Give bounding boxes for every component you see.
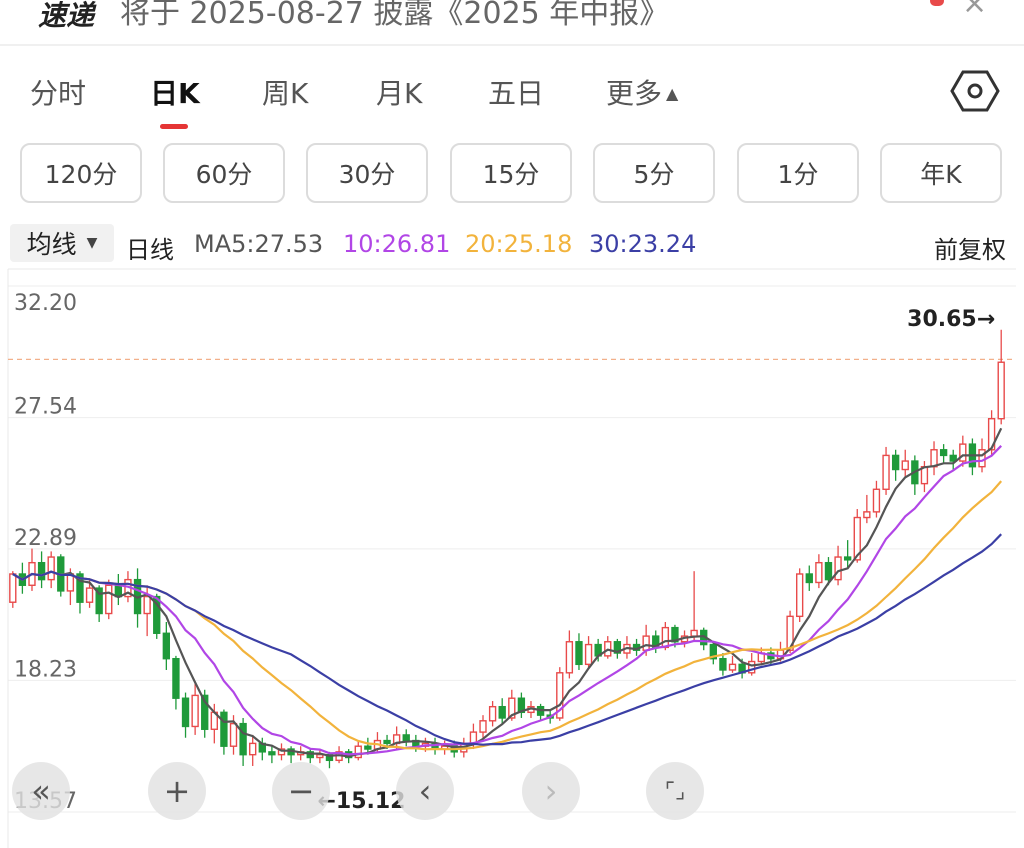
candle-down — [843, 556, 852, 561]
candle-up — [488, 705, 497, 722]
tab-daily-k[interactable]: 日K — [150, 72, 200, 112]
min-price-label: ←15.12 — [317, 789, 405, 814]
collapse-left-icon[interactable]: « — [12, 762, 70, 820]
ma20-line — [12, 480, 1003, 751]
kline-chart[interactable]: 32.2027.5422.8918.2313.5730.65→←15.12 — [0, 268, 1024, 848]
candle-up — [354, 745, 362, 759]
adjust-mode[interactable]: 前复权 — [934, 230, 1006, 265]
candle-up — [9, 573, 17, 603]
candle-up — [872, 488, 881, 513]
candle-down — [824, 561, 833, 581]
candle-up — [85, 587, 94, 603]
candle-up — [661, 626, 670, 649]
divider — [0, 44, 1024, 46]
interval-buttons: 120分 60分 30分 15分 5分 1分 年K — [0, 143, 1024, 207]
interval-1min-button[interactable]: 1分 — [737, 143, 859, 203]
ma30-value: 30:23.24 — [589, 230, 697, 258]
app-logo: 速递 — [38, 0, 95, 32]
candle-down — [939, 449, 948, 457]
tab-more-label: 更多 — [606, 77, 663, 110]
candle-down — [805, 573, 813, 584]
candle-down — [891, 454, 900, 471]
y-tick-label: 32.20 — [14, 291, 77, 316]
candle-down — [364, 745, 372, 750]
dropdown-caret-icon: ▼ — [86, 235, 98, 251]
y-tick-label: 22.89 — [14, 526, 77, 551]
tab-five-day[interactable]: 五日 — [488, 72, 544, 112]
candle-up — [901, 460, 909, 471]
candle-up — [863, 511, 871, 519]
candle-down — [162, 632, 171, 660]
close-icon[interactable]: × — [962, 0, 987, 21]
interval-120min-button[interactable]: 120分 — [20, 143, 142, 203]
candle-up — [997, 361, 1005, 420]
candle-up — [191, 694, 199, 728]
candle-up — [229, 722, 238, 747]
tab-fenshi[interactable]: 分时 — [30, 72, 86, 112]
fullscreen-icon[interactable]: ⌜⌟ — [646, 762, 704, 820]
candle-down — [268, 751, 276, 756]
y-tick-label: 27.54 — [14, 395, 77, 420]
interval-5min-button[interactable]: 5分 — [593, 143, 715, 203]
scroll-right-icon[interactable]: › — [522, 762, 580, 820]
candle-down — [402, 734, 410, 742]
caret-up-icon: ▲ — [666, 84, 679, 103]
candle-up — [930, 449, 938, 468]
ma20-value: 20:25.18 — [465, 230, 573, 258]
tab-weekly-k[interactable]: 周K — [262, 72, 308, 112]
candle-up — [642, 635, 650, 651]
top-bar: 速递 将于 2025-08-27 披露《2025 年中报》 × — [0, 0, 1024, 42]
candle-down — [719, 657, 727, 671]
candle-up — [565, 641, 574, 674]
candle-up — [882, 454, 890, 490]
candle-down — [239, 722, 247, 756]
candle-down — [498, 705, 506, 719]
candle-up — [978, 449, 986, 468]
interval-30min-button[interactable]: 30分 — [306, 143, 428, 203]
candle-down — [181, 697, 190, 728]
candle-up — [690, 629, 698, 637]
candle-up — [815, 561, 823, 584]
settings-hexagon-icon[interactable] — [950, 66, 1000, 116]
candle-up — [479, 720, 487, 733]
candle-up — [47, 556, 55, 581]
candle-down — [172, 657, 180, 699]
interval-15min-button[interactable]: 15分 — [450, 143, 572, 203]
interval-60min-button[interactable]: 60分 — [163, 143, 285, 203]
ma30-line — [12, 533, 1002, 746]
ma10-line — [12, 445, 1002, 756]
period-label: 日线 — [126, 236, 174, 264]
ma5-value: MA5:27.53 — [194, 230, 324, 258]
headline[interactable]: 将于 2025-08-27 披露《2025 年中报》 — [120, 0, 669, 32]
candle-down — [575, 641, 583, 666]
y-tick-label: 18.23 — [14, 657, 77, 682]
candle-down — [220, 711, 228, 747]
scroll-left-icon[interactable]: ‹ — [396, 762, 454, 820]
ma-legend-bar: 均线 ▼ 日线 MA5:27.53 10:26.81 20:25.18 30:2… — [0, 220, 1024, 268]
candle-up — [249, 742, 257, 756]
tab-monthly-k[interactable]: 月K — [376, 72, 422, 112]
candle-down — [383, 739, 391, 745]
candle-up — [728, 663, 737, 671]
ma10-value: 10:26.81 — [343, 230, 451, 258]
candle-up — [105, 584, 113, 615]
tab-more[interactable]: 更多 ▲ — [606, 72, 678, 112]
period-tabs: 分时 日K 周K 月K 五日 更多 ▲ — [0, 62, 1024, 122]
max-price-label: 30.65→ — [907, 307, 995, 332]
notification-dot — [930, 0, 944, 6]
candle-down — [114, 584, 123, 598]
zoom-in-icon[interactable]: + — [148, 762, 206, 820]
ma-selector-label: 均线 — [26, 230, 77, 259]
zoom-out-icon[interactable]: − — [272, 762, 330, 820]
candle-down — [37, 561, 46, 581]
candle-up — [834, 556, 842, 581]
candle-up — [143, 595, 151, 615]
ma-selector[interactable]: 均线 ▼ — [10, 224, 114, 262]
candle-up — [584, 643, 593, 666]
interval-year-k-button[interactable]: 年K — [880, 143, 1002, 203]
active-tab-indicator — [160, 124, 188, 129]
candle-up — [796, 573, 804, 618]
